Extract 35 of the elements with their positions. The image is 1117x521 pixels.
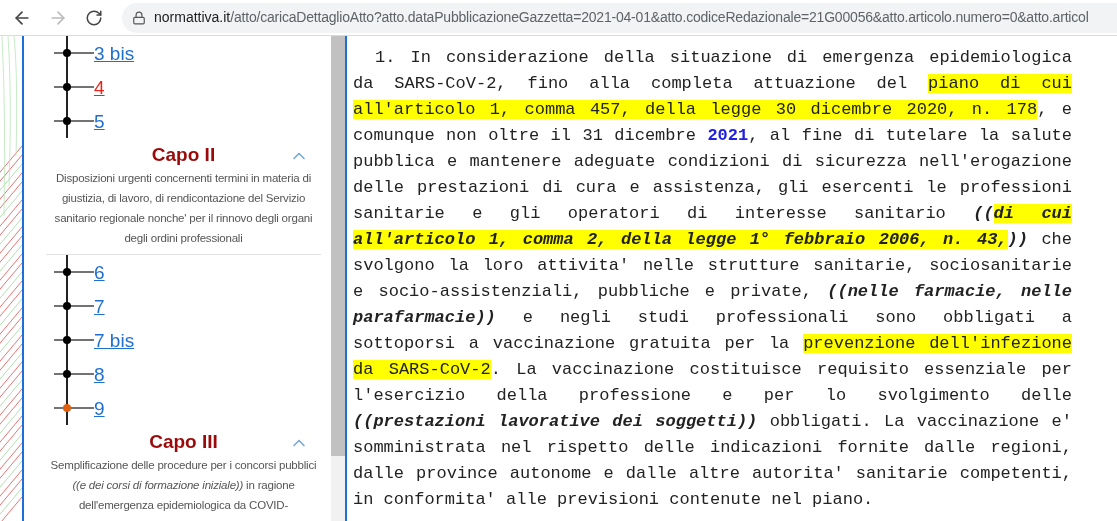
chapter-description: Disposizioni urgenti concernenti termini in materia di giustizia, di lavoro, di rendicontazione del Servizio sanitario regionale nonche' per il rinnovo degli organi degli ordini professionali <box>53 171 314 246</box>
article-text-line: l'esercizio della professione e per lo svolgimento delle <box>353 385 1072 407</box>
article-text-line: in conformita' alle previsioni contenute nel piano. <box>353 489 875 511</box>
article-text-line: da SARS-CoV-2. La vaccinazione costituisce requisito essenziale per <box>353 359 1072 381</box>
article-link[interactable]: 9 <box>94 398 105 418</box>
article-text-line: parafarmacie)) e negli studi professionali sono obbligati a <box>353 307 1072 329</box>
article-text-line: all'articolo 1, comma 457, della legge 30 dicembre 2020, n. 178, e <box>353 99 1072 121</box>
url-path: /atto/caricaDettaglioAtto?atto.dataPubblicazioneGazzetta=2021-04-01&atto.codiceRedazionale=21G00056&atto.articolo.numero=0&atto.articol <box>230 8 1089 27</box>
article-text-line: delle prestazioni di cura e assistenza, gli esercenti le professioni <box>353 177 1072 199</box>
article-text-line: svolgono la loro attivita' nelle strutture sanitarie, sociosanitarie <box>353 255 1072 277</box>
article-link[interactable]: 4 <box>94 77 105 97</box>
chapter-title: Capo II <box>151 143 216 167</box>
article-text-line: comunque non oltre il 31 dicembre 2021, al fine di tutelare la salute <box>353 125 1072 147</box>
article-link[interactable]: 5 <box>94 111 105 131</box>
url-domain: normattiva.it <box>154 8 231 27</box>
article-link[interactable]: 3 bis <box>94 43 135 63</box>
article-text-line: all'articolo 1, comma 2, della legge 1° febbraio 2006, n. 43,)) che <box>353 229 1072 251</box>
article-text-line: somministrata nel rispetto delle indicazioni fornite dalle regioni, <box>353 437 1072 459</box>
article-link[interactable]: 6 <box>94 262 105 282</box>
address-bar[interactable]: normattiva.it/atto/caricaDettaglioAtto?atto.dataPubblicazioneGazzetta=2021-04-01&atto.codiceRedazionale=21G00056&atto.articolo.numero=0&atto.articol <box>122 2 1117 33</box>
article-text-line: e socio-assistenziali, pubbliche e private, ((nelle farmacie, nelle <box>353 281 1072 303</box>
article-text-line: da SARS-CoV-2, fino alla completa attuazione del piano di cui <box>353 73 1072 95</box>
article-text-line: ((prestazioni lavorative dei soggetti)) obbligati. La vaccinazione e' <box>353 411 1072 433</box>
article-link[interactable]: 7 <box>94 296 105 316</box>
chapter-title: Capo III <box>149 430 218 454</box>
article-link[interactable]: 7 bis <box>94 330 135 350</box>
reload-icon <box>85 8 103 27</box>
chapter-description: Semplificazione delle procedure per i concorsi pubblici ((e dei corsi di formazione iniziale)) in ragione dell'emergenza epidemiologica da COVID- <box>49 458 318 513</box>
article-text-line: pubblica e mantenere adeguate condizioni di sicurezza nell'erogazione <box>353 151 1072 173</box>
article-text-line: dalle province autonome e dalle altre autorita' sanitarie competenti, <box>353 463 1072 485</box>
article-text-line: 1. In considerazione della situazione di emergenza epidemiologica <box>374 47 1072 69</box>
article-text-line: sanitarie e gli operatori di interesse sanitario ((di cui <box>353 203 1072 225</box>
lock-icon <box>132 10 146 25</box>
article-text-line: sottoporsi a vaccinazione gratuita per la prevenzione dell'infezione <box>353 333 1072 355</box>
article-link[interactable]: 8 <box>94 364 105 384</box>
